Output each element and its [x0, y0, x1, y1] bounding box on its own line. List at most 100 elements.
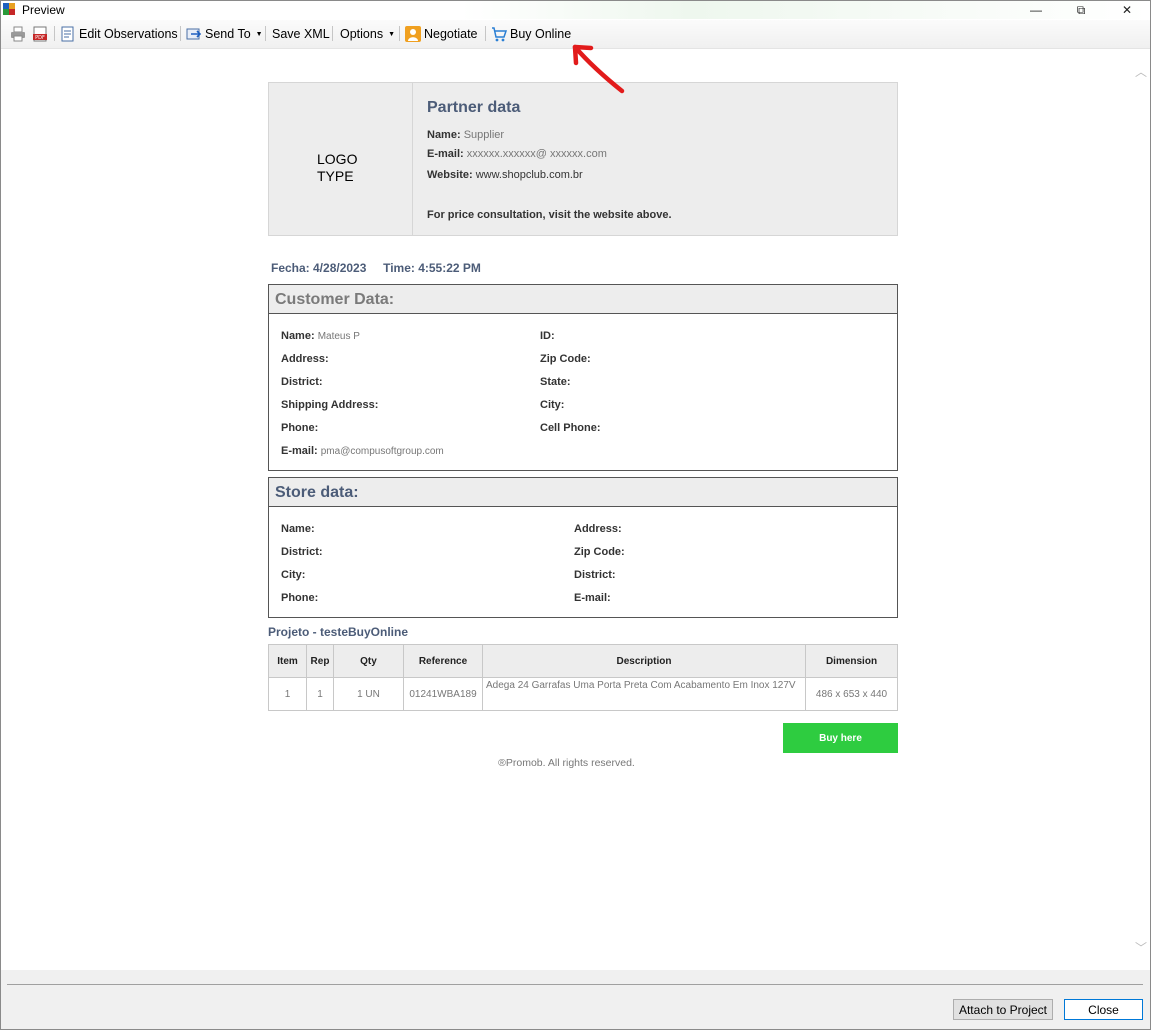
cell-dimension: 486 x 653 x 440: [805, 677, 898, 711]
cell-item: 1: [268, 677, 307, 711]
customer-id-label: ID:: [540, 330, 555, 342]
partner-email-label: E-mail:: [427, 148, 464, 160]
time-value: Time: 4:55:22 PM: [383, 261, 481, 275]
customer-phone-label: Phone:: [281, 422, 319, 434]
project-title: Projeto - testeBuyOnline: [268, 625, 409, 639]
customer-cell-label: Cell Phone:: [540, 422, 601, 434]
customer-district-label: District:: [281, 376, 323, 388]
table-header-row: Item Rep Qty Reference Description Dimen…: [268, 644, 898, 678]
store-address-label: Address:: [574, 523, 622, 535]
column-header-dimension: Dimension: [805, 644, 898, 678]
partner-email-value: xxxxxx.xxxxxx@ xxxxxx.com: [466, 148, 607, 160]
cell-description: Adega 24 Garrafas Uma Porta Preta Com Ac…: [482, 677, 806, 711]
partner-website-value[interactable]: www.shopclub.com.br: [476, 169, 583, 181]
column-header-qty: Qty: [333, 644, 404, 678]
minimize-button[interactable]: —: [1013, 1, 1059, 19]
divider: [7, 984, 1143, 985]
logo-text-line2: TYPE: [317, 168, 354, 184]
edit-document-icon: [61, 26, 74, 42]
partner-data-title: Partner data: [427, 99, 521, 116]
cell-reference: 01241WBA189: [403, 677, 483, 711]
negotiate-button[interactable]: Negotiate: [405, 24, 478, 44]
chevron-down-icon: ▼: [388, 30, 396, 38]
store-phone-label: Phone:: [281, 592, 319, 604]
store-data-box: Store data: Name: Address: District: Zip…: [268, 477, 898, 618]
store-name-label: Name:: [281, 523, 315, 535]
print-button[interactable]: [10, 24, 29, 44]
partner-email-row: E-mail: xxxxxx.xxxxxx@ xxxxxx.com: [427, 148, 607, 160]
vertical-scrollbar[interactable]: ︿ ﹀: [1132, 49, 1150, 970]
store-data-header: Store data:: [269, 478, 897, 507]
logo-placeholder: LOGO TYPE: [269, 83, 413, 235]
logo-text-line1: LOGO: [317, 151, 358, 167]
price-consultation-note: For price consultation, visit the websit…: [427, 209, 672, 221]
window-title: Preview: [22, 3, 65, 17]
save-xml-button[interactable]: Save XML: [272, 24, 330, 44]
store-district2-label: District:: [574, 569, 616, 581]
toolbar-separator: [265, 26, 266, 41]
date-value: Fecha: 4/28/2023: [271, 261, 367, 275]
customer-shipping-label: Shipping Address:: [281, 399, 379, 411]
save-xml-label: Save XML: [272, 27, 330, 41]
toolbar-separator: [180, 26, 181, 41]
scroll-down-icon[interactable]: ﹀: [1135, 939, 1147, 956]
partner-name-row: Name: Supplier: [427, 129, 504, 141]
partner-data-panel: LOGO TYPE Partner data Name: Supplier E-…: [268, 82, 898, 236]
customer-email-value: pma@compusoftgroup.com: [320, 446, 444, 457]
pdf-button[interactable]: PDF: [32, 24, 51, 44]
column-header-item: Item: [268, 644, 307, 678]
customer-name-field: Name: Mateus P: [281, 330, 360, 342]
toolbar-separator: [399, 26, 400, 41]
customer-email-label: E-mail:: [281, 445, 318, 457]
customer-state-label: State:: [540, 376, 571, 388]
report-content: LOGO TYPE Partner data Name: Supplier E-…: [1, 49, 1132, 970]
scroll-up-icon[interactable]: ︿: [1135, 63, 1147, 80]
bottom-button-bar: Attach to Project Close: [1, 970, 1150, 1029]
partner-website-label: Website:: [427, 169, 473, 181]
table-row: 1 1 1 UN 01241WBA189 Adega 24 Garrafas U…: [268, 677, 898, 711]
printer-icon: [11, 26, 25, 42]
red-arrow-annotation: [572, 44, 625, 94]
toolbar-separator: [54, 26, 55, 41]
close-window-button[interactable]: ✕: [1104, 1, 1150, 19]
customer-zip-label: Zip Code:: [540, 353, 591, 365]
edit-observations-label: Edit Observations: [79, 27, 178, 41]
user-icon: [405, 26, 421, 42]
customer-data-header: Customer Data:: [269, 285, 897, 314]
pdf-icon: PDF: [33, 26, 47, 42]
store-zip-label: Zip Code:: [574, 546, 625, 558]
send-to-label: Send To: [205, 27, 251, 41]
preview-window: Preview — ⧉ ✕ PDF Edit Observations Send…: [0, 0, 1151, 1030]
title-bar: Preview — ⧉ ✕: [1, 1, 1150, 19]
store-email-label: E-mail:: [574, 592, 611, 604]
svg-text:PDF: PDF: [35, 35, 45, 41]
customer-name-value: Mateus P: [317, 331, 360, 342]
buy-online-button[interactable]: Buy Online: [491, 24, 571, 44]
buy-online-label: Buy Online: [510, 27, 572, 41]
cell-rep: 1: [306, 677, 334, 711]
restore-button[interactable]: ⧉: [1058, 1, 1104, 19]
customer-data-box: Customer Data: Name: Mateus P ID: Addres…: [268, 284, 898, 471]
toolbar-separator: [332, 26, 333, 41]
attach-to-project-button[interactable]: Attach to Project: [953, 999, 1053, 1020]
date-time-row: Fecha: 4/28/2023 Time: 4:55:22 PM: [271, 261, 481, 275]
store-district-label: District:: [281, 546, 323, 558]
options-button[interactable]: Options ▼: [340, 24, 395, 44]
column-header-reference: Reference: [403, 644, 483, 678]
store-city-label: City:: [281, 569, 306, 581]
cell-qty: 1 UN: [333, 677, 404, 711]
buy-here-button[interactable]: Buy here: [783, 723, 898, 753]
negotiate-label: Negotiate: [424, 27, 478, 41]
send-to-button[interactable]: Send To ▼: [186, 24, 263, 44]
customer-name-label: Name:: [281, 330, 315, 342]
edit-observations-button[interactable]: Edit Observations: [60, 24, 178, 44]
column-header-rep: Rep: [306, 644, 334, 678]
toolbar-separator: [485, 26, 486, 41]
close-button[interactable]: Close: [1064, 999, 1143, 1020]
column-header-description: Description: [482, 644, 806, 678]
partner-name-value: Supplier: [463, 129, 505, 141]
options-label: Options: [340, 27, 384, 41]
send-icon: [186, 28, 202, 40]
items-table: Item Rep Qty Reference Description Dimen…: [268, 644, 898, 711]
customer-email-field: E-mail: pma@compusoftgroup.com: [281, 445, 444, 457]
